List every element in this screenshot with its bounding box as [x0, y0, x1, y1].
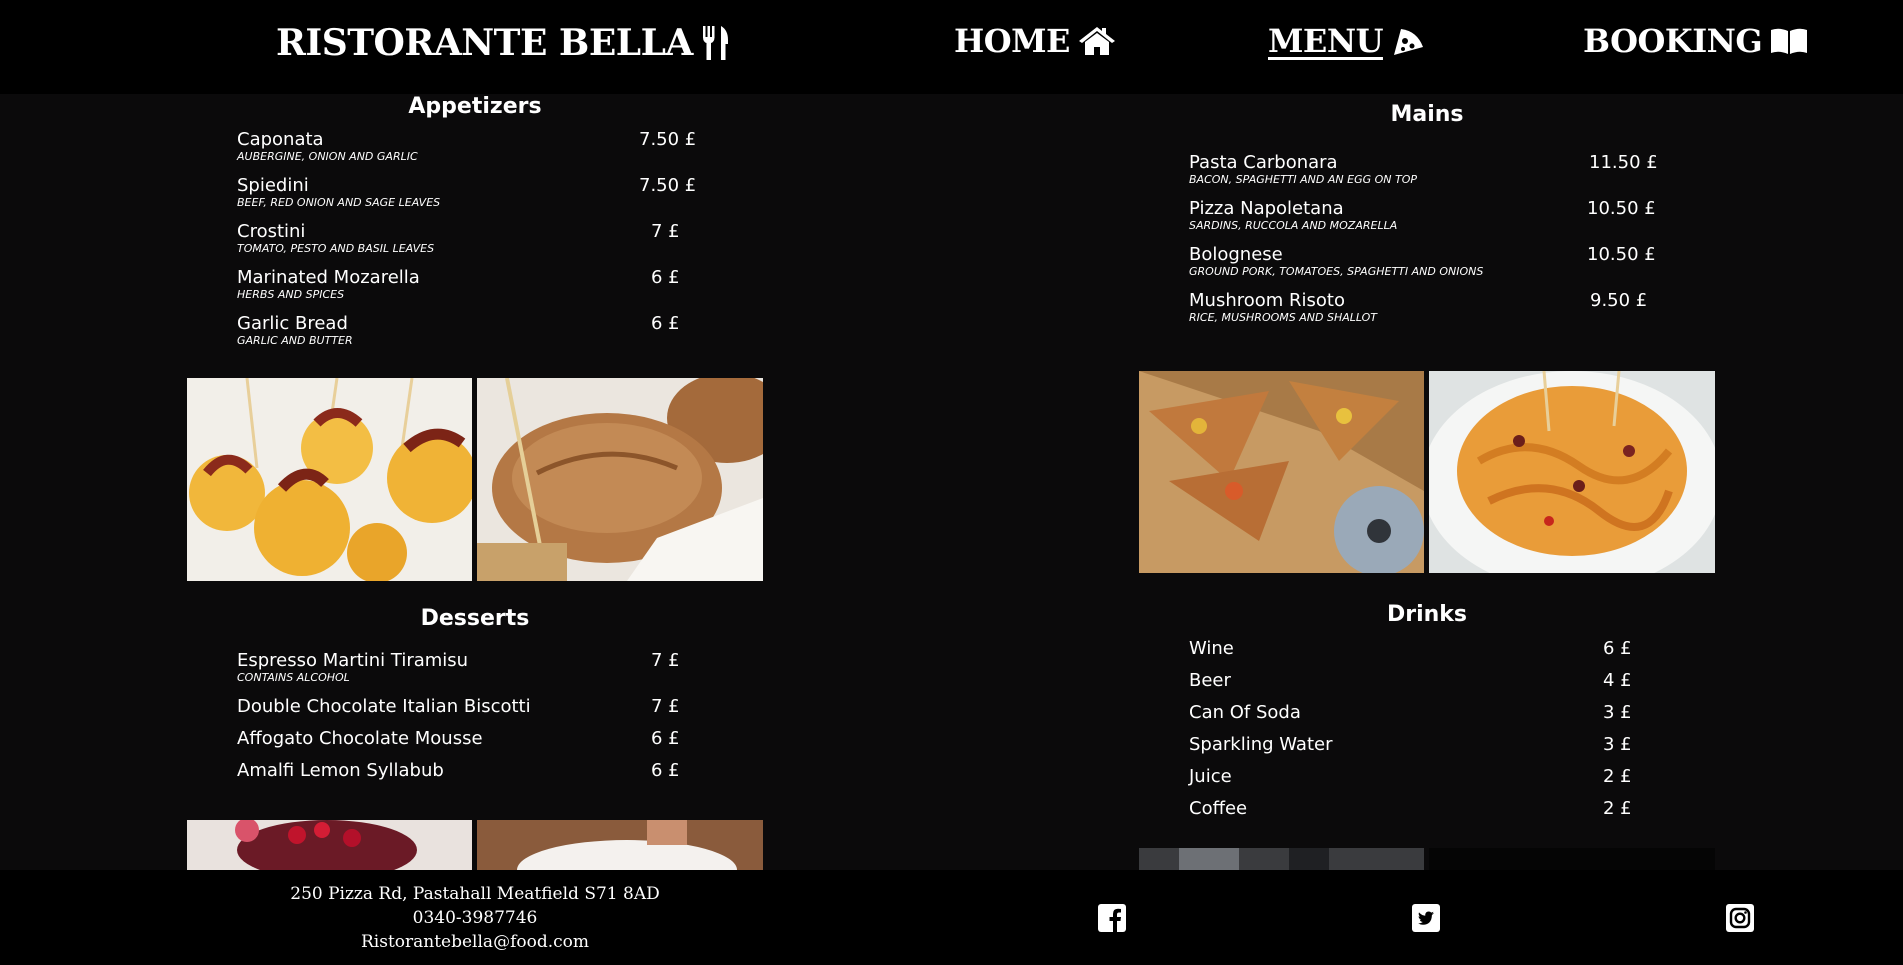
- item-description: Contains alcohol: [237, 671, 350, 684]
- menu-item: Caponata Aubergine, onion and garlic: [237, 129, 418, 163]
- menu-item: Amalfi Lemon Syllabub: [237, 760, 444, 782]
- item-name: Caponata: [237, 129, 324, 150]
- menu-item: Crostini Tomato, pesto and basil leaves: [237, 221, 434, 255]
- menu-item: Pizza Napoletana Sardins, ruccola and mo…: [1189, 198, 1397, 232]
- mains-photo-pizza: [1139, 371, 1424, 573]
- footer-phone[interactable]: 0340-3987746: [187, 908, 763, 928]
- drinks-photo-dark: [1429, 848, 1715, 870]
- footer-email[interactable]: Ristorantebella@food.com: [187, 932, 763, 952]
- drink-name: Juice: [1189, 766, 1232, 787]
- menu-item: Double Chocolate Italian Biscotti: [237, 696, 531, 718]
- pizza-slice-icon: [1391, 25, 1425, 57]
- drink-name: Wine: [1189, 638, 1234, 659]
- item-price: 6 £: [651, 267, 680, 288]
- item-price: 6 £: [651, 760, 680, 781]
- footer-address: 250 Pizza Rd, Pastahall Meatfield S71 8A…: [290, 884, 660, 904]
- instagram-icon[interactable]: [1725, 903, 1755, 933]
- drink-name: Beer: [1189, 670, 1231, 691]
- item-name: Amalfi Lemon Syllabub: [237, 760, 444, 781]
- dessert-photo-plate: [477, 820, 763, 870]
- item-price: 7 £: [651, 696, 680, 717]
- dessert-photo-berries: [187, 820, 472, 870]
- item-price: 10.50 £: [1587, 198, 1656, 219]
- nav-booking-label: BOOKING: [1583, 22, 1763, 60]
- desserts-title: Desserts: [420, 606, 530, 631]
- item-name: Pasta Carbonara: [1189, 152, 1338, 173]
- item-name: Espresso Martini Tiramisu: [237, 650, 469, 671]
- menu-item: Pasta Carbonara Bacon, spaghetti and an …: [1189, 152, 1417, 186]
- mains-photo-pasta: [1429, 371, 1715, 573]
- item-price: 6 £: [651, 728, 680, 749]
- utensils-icon: [701, 26, 729, 60]
- item-description: Ground pork, tomatoes, spaghetti and oni…: [1189, 265, 1484, 278]
- twitter-icon[interactable]: [1411, 903, 1441, 933]
- item-price: 9.50 £: [1590, 290, 1648, 311]
- item-name: Spiedini: [237, 175, 309, 196]
- menu-item: Bolognese Ground pork, tomatoes, spaghet…: [1189, 244, 1483, 278]
- item-description: Aubergine, onion and garlic: [237, 150, 418, 163]
- item-price: 6 £: [651, 313, 680, 334]
- item-name: Mushroom Risoto: [1189, 290, 1345, 311]
- appetizer-photo-bread: [477, 378, 763, 581]
- menu-item: Garlic Bread Garlic and butter: [237, 313, 353, 347]
- home-icon: [1078, 26, 1116, 56]
- drinks-title: Drinks: [1386, 602, 1468, 627]
- item-price: 11.50 £: [1589, 152, 1658, 173]
- item-description: Tomato, pesto and basil leaves: [237, 242, 435, 255]
- appetizer-photo-fried-balls: [187, 378, 472, 581]
- drink-name: Coffee: [1189, 798, 1248, 819]
- book-open-icon: [1770, 27, 1808, 55]
- site-header: RISTORANTE BELLA HOME MENU BOOKING: [0, 0, 1903, 94]
- item-name: Pizza Napoletana: [1189, 198, 1344, 219]
- drinks-photo-glass: [1139, 848, 1424, 870]
- nav-home[interactable]: HOME: [954, 22, 1116, 60]
- menu-item: Affogato Chocolate Mousse: [237, 728, 483, 750]
- item-price: 7.50 £: [639, 175, 697, 196]
- appetizers-title: Appetizers: [408, 94, 542, 119]
- mains-title: Mains: [1390, 102, 1464, 127]
- nav-booking[interactable]: BOOKING: [1583, 22, 1808, 60]
- item-description: Beef, red onion and sage leaves: [237, 196, 441, 209]
- item-price: 3 £: [1603, 702, 1632, 723]
- item-description: Rice, mushrooms and shallot: [1189, 311, 1378, 324]
- menu-item: Espresso Martini Tiramisu Contains alcoh…: [237, 650, 468, 684]
- item-description: Bacon, spaghetti and an egg on top: [1189, 173, 1418, 186]
- brand-logo[interactable]: RISTORANTE BELLA: [276, 22, 729, 64]
- item-name: Double Chocolate Italian Biscotti: [237, 696, 531, 717]
- item-name: Affogato Chocolate Mousse: [237, 728, 483, 749]
- item-description: Garlic and butter: [237, 334, 353, 347]
- item-price: 7 £: [651, 650, 680, 671]
- menu-item: Mushroom Risoto Rice, mushrooms and shal…: [1189, 290, 1377, 324]
- nav-menu[interactable]: MENU: [1268, 22, 1425, 60]
- brand-name: RISTORANTE BELLA: [276, 22, 693, 64]
- item-description: Sardins, ruccola and mozarella: [1189, 219, 1398, 232]
- item-name: Bolognese: [1189, 244, 1283, 265]
- site-footer: 250 Pizza Rd, Pastahall Meatfield S71 8A…: [0, 870, 1903, 965]
- item-price: 2 £: [1603, 798, 1632, 819]
- item-name: Garlic Bread: [237, 313, 348, 334]
- item-name: Marinated Mozarella: [237, 267, 420, 288]
- item-price: 2 £: [1603, 766, 1632, 787]
- item-price: 7 £: [651, 221, 680, 242]
- nav-home-label: HOME: [954, 22, 1070, 60]
- menu-item: Spiedini Beef, red onion and sage leaves: [237, 175, 440, 209]
- item-price: 6 £: [1603, 638, 1632, 659]
- nav-menu-label: MENU: [1268, 22, 1383, 60]
- item-price: 10.50 £: [1587, 244, 1656, 265]
- item-price: 3 £: [1603, 734, 1632, 755]
- facebook-icon[interactable]: [1097, 903, 1127, 933]
- item-price: 4 £: [1603, 670, 1632, 691]
- menu-item: Marinated Mozarella Herbs and spices: [237, 267, 420, 301]
- item-name: Crostini: [237, 221, 306, 242]
- item-price: 7.50 £: [639, 129, 697, 150]
- drink-name: Sparkling Water: [1189, 734, 1333, 755]
- item-description: Herbs and spices: [237, 288, 345, 301]
- drink-name: Can Of Soda: [1189, 702, 1301, 723]
